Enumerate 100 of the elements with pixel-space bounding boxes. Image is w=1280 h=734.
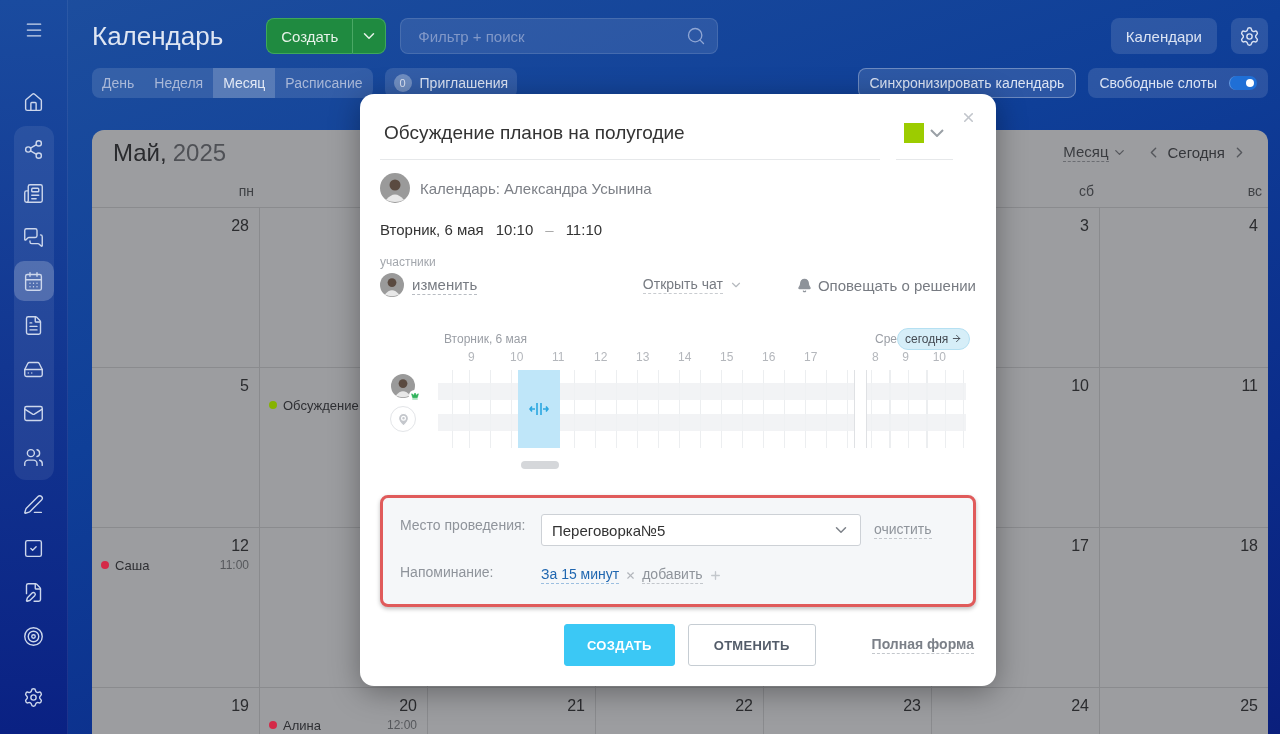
title-field[interactable]: Обсуждение планов на полугодие — [380, 106, 880, 160]
day-cell[interactable]: 22 — [596, 688, 764, 734]
weekday-label: вс — [1247, 183, 1263, 199]
resize-icon — [529, 401, 549, 417]
avatar — [380, 273, 404, 297]
day-cell[interactable]: 11 — [1100, 368, 1268, 528]
hour-label: 10 — [932, 350, 947, 366]
day-cell[interactable]: 19 — [92, 688, 260, 734]
view-tab[interactable]: Расписание — [275, 68, 373, 98]
settings-icon — [1239, 25, 1260, 47]
file-edit-icon — [23, 581, 44, 603]
full-form-link[interactable]: Полная форма — [871, 636, 974, 654]
day-number: 4 — [1249, 216, 1258, 236]
arrow-icon — [951, 333, 963, 344]
toggle-switch[interactable] — [1229, 76, 1257, 90]
weekday-label: пн — [238, 183, 255, 199]
day-number: 10 — [1071, 376, 1089, 396]
location-select[interactable]: Переговорка№5 — [541, 514, 861, 546]
hour-label: 14 — [678, 350, 693, 366]
day-cell[interactable]: 4 — [1100, 208, 1268, 368]
nodes-icon — [23, 138, 44, 160]
cancel-button[interactable]: ОТМЕНИТЬ — [687, 624, 816, 666]
target-icon — [23, 625, 44, 647]
participants-label: участники — [380, 255, 437, 269]
event-date: Вторник, 6 мая — [380, 221, 484, 238]
day-number: 25 — [1240, 696, 1258, 716]
day-number: 28 — [231, 216, 249, 236]
news-icon — [23, 182, 44, 204]
day-cell[interactable]: 28 — [92, 208, 260, 368]
reminder-link[interactable]: За 15 минут — [541, 566, 620, 585]
open-chat-link[interactable]: Открыть чат — [642, 276, 723, 294]
year-title: 2025 — [172, 138, 227, 167]
time-separator: – — [545, 221, 554, 238]
day-cell[interactable]: 21 — [428, 688, 596, 734]
view-tab[interactable]: Неделя — [144, 68, 214, 98]
hour-label: 10 — [510, 350, 525, 366]
day-number: 24 — [1071, 696, 1089, 716]
day-cell[interactable]: 23 — [764, 688, 932, 734]
reminder-label: Напоминание: — [400, 562, 495, 582]
event-title[interactable]: Обсуждение — [283, 397, 359, 413]
hour-label: 17 — [804, 350, 819, 366]
hour-label: 9 — [468, 350, 476, 366]
day-number: 21 — [567, 696, 585, 716]
day-number: 22 — [735, 696, 753, 716]
weekday-label: сб — [1078, 183, 1095, 199]
document-icon — [23, 314, 44, 336]
start-time[interactable]: 10:10 — [495, 221, 534, 238]
day-cell[interactable]: 20 Алина 12:00 — [260, 688, 428, 734]
settings-button[interactable] — [1231, 18, 1268, 54]
create-button[interactable]: Создать — [266, 18, 353, 54]
day-number: 3 — [1080, 216, 1089, 236]
sidebar-item[interactable] — [13, 261, 54, 301]
hour-label: 15 — [720, 350, 735, 366]
day-cell[interactable]: 12 Саша 11:00 — [92, 528, 260, 688]
crown-icon — [410, 391, 419, 400]
day-number: 19 — [231, 696, 249, 716]
event-title[interactable]: Алина — [283, 717, 321, 733]
chat-icon — [23, 226, 44, 248]
month-title: Май, — [113, 138, 167, 167]
people-icon — [23, 446, 44, 468]
hour-label: 16 — [762, 350, 777, 366]
day-number: 20 — [399, 696, 417, 716]
checkbox-icon — [23, 537, 44, 559]
add-link[interactable]: добавить — [642, 566, 703, 585]
hour-label: 9 — [902, 350, 910, 366]
event-title[interactable]: Саша — [115, 557, 150, 573]
free-slots-toggle[interactable]: Свободные слоты — [1088, 68, 1268, 98]
scrollbar-thumb[interactable] — [521, 461, 559, 469]
day-cell[interactable]: 25 — [1100, 688, 1268, 734]
chevron-icon — [929, 128, 944, 137]
day-cell[interactable]: 24 — [932, 688, 1100, 734]
pen-icon — [23, 493, 44, 515]
view-tab[interactable]: Месяц — [213, 68, 276, 98]
hour-label: 8 — [872, 350, 880, 366]
avatar — [380, 173, 410, 203]
settings-icon — [23, 686, 44, 708]
close-icon — [961, 110, 976, 125]
counter-badge: 0 — [393, 74, 412, 92]
event-time: 12:00 — [386, 718, 417, 732]
day-number: 5 — [240, 376, 249, 396]
view-select[interactable]: Месяц — [1063, 143, 1109, 162]
view-tab[interactable]: День — [92, 68, 145, 98]
calendars-button[interactable]: Календари — [1110, 18, 1217, 54]
today-badge[interactable]: сегодня — [897, 327, 971, 350]
end-time[interactable]: 11:10 — [565, 221, 603, 238]
day-cell[interactable]: 18 — [1100, 528, 1268, 688]
day-number: 23 — [903, 696, 921, 716]
day-number: 17 — [1071, 536, 1089, 556]
change-link[interactable]: изменить — [412, 275, 478, 295]
day-label: Сре — [875, 331, 897, 346]
search-icon — [686, 26, 707, 46]
today-button[interactable]: Сегодня — [1167, 144, 1225, 161]
day-label: Вторник, 6 мая — [444, 331, 527, 346]
clear-link[interactable]: очистить — [874, 521, 932, 539]
calendar-icon — [23, 270, 44, 292]
page-title: Календарь — [92, 20, 224, 52]
day-cell[interactable]: 5 — [92, 368, 260, 528]
event-time: 11:00 — [219, 558, 249, 572]
hour-label: 11 — [552, 350, 566, 366]
create-menu-button[interactable] — [352, 18, 387, 54]
